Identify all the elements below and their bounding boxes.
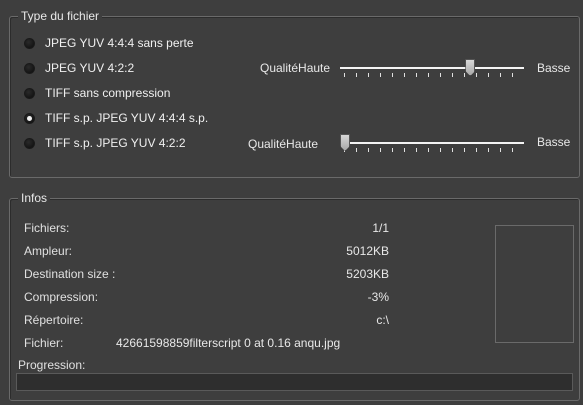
quality-low-label: Basse — [537, 135, 571, 149]
info-row-size: Ampleur: 5012KB — [24, 244, 389, 260]
quality-slider-2[interactable] — [340, 134, 524, 154]
radio-button[interactable] — [24, 87, 35, 99]
progress-bar — [16, 373, 573, 391]
infos-group: Infos Fichiers: 1/1 Ampleur: 5012KB Dest… — [9, 191, 580, 401]
quality-label: QualitéHaute — [260, 61, 331, 75]
file-name: 42661598859filterscript 0 at 0.16 anqu.j… — [116, 336, 341, 350]
radio-option-jpeg-444[interactable]: JPEG YUV 4:4:4 sans perte — [24, 35, 194, 51]
file-type-title: Type du fichier — [18, 9, 103, 23]
info-label: Destination size : — [24, 267, 116, 281]
slider-track — [340, 67, 524, 69]
radio-label: TIFF s.p. JPEG YUV 4:2:2 — [45, 136, 186, 150]
info-row-files: Fichiers: 1/1 — [24, 221, 389, 237]
quality-slider-1[interactable] — [340, 59, 524, 79]
info-label: Répertoire: — [24, 313, 84, 327]
info-label: Compression: — [24, 290, 99, 304]
info-label: Fichier: — [24, 336, 64, 350]
radio-option-jpeg-422[interactable]: JPEG YUV 4:2:2 — [24, 60, 134, 76]
quality-low-label: Basse — [537, 61, 571, 75]
info-value: 5012KB — [346, 244, 389, 258]
quality-label: QualitéHaute — [248, 137, 319, 151]
info-row-directory: Répertoire: c:\ — [24, 313, 389, 329]
info-value: -3% — [367, 290, 389, 304]
radio-option-tiff-jpeg-422[interactable]: TIFF s.p. JPEG YUV 4:2:2 — [24, 135, 186, 151]
file-type-group: Type du fichier JPEG YUV 4:4:4 sans pert… — [9, 9, 580, 178]
info-value: 1/1 — [372, 221, 389, 235]
radio-label: TIFF sans compression — [45, 86, 171, 100]
radio-label: TIFF s.p. JPEG YUV 4:4:4 s.p. — [45, 111, 209, 125]
radio-option-tiff-jpeg-444[interactable]: TIFF s.p. JPEG YUV 4:4:4 s.p. — [24, 110, 208, 126]
progress-label: Progression: — [18, 358, 86, 372]
info-row-compression: Compression: -3% — [24, 290, 389, 306]
info-label: Fichiers: — [24, 221, 70, 235]
radio-button[interactable] — [24, 137, 35, 149]
radio-button[interactable] — [24, 62, 35, 74]
radio-label: JPEG YUV 4:2:2 — [45, 61, 135, 75]
info-row-destination-size: Destination size : 5203KB — [24, 267, 389, 283]
slider-ticks — [344, 73, 520, 77]
preview-thumbnail — [495, 225, 574, 343]
slider-track — [340, 142, 524, 144]
radio-button-selected[interactable] — [24, 112, 35, 124]
radio-option-tiff-uncompressed[interactable]: TIFF sans compression — [24, 85, 170, 101]
radio-label: JPEG YUV 4:4:4 sans perte — [45, 36, 194, 50]
info-label: Ampleur: — [24, 244, 73, 258]
infos-title: Infos — [18, 191, 51, 205]
radio-button[interactable] — [24, 37, 35, 49]
slider-ticks — [344, 148, 520, 152]
info-value: 5203KB — [346, 267, 389, 281]
info-value: c:\ — [376, 313, 389, 327]
info-row-file: Fichier: 42661598859filterscript 0 at 0.… — [24, 336, 389, 352]
